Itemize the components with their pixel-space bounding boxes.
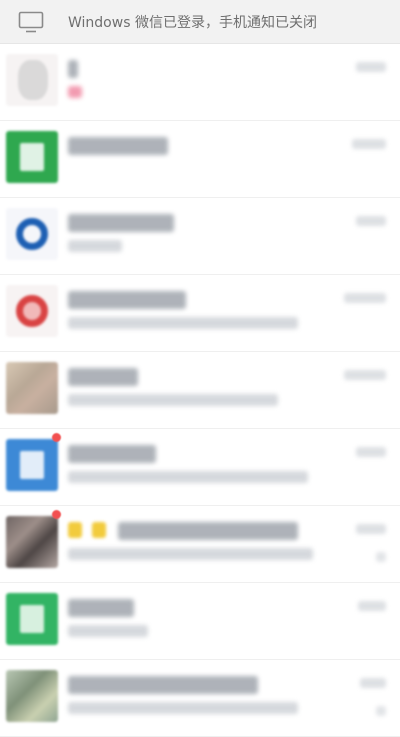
chat-title-blurred — [68, 676, 258, 694]
chat-row[interactable] — [0, 506, 400, 583]
chat-time-blurred — [344, 370, 386, 380]
chat-row[interactable] — [0, 429, 400, 506]
chat-title-blurred — [68, 291, 186, 309]
chat-avatar — [6, 362, 58, 414]
chat-preview-blurred — [68, 317, 298, 329]
chat-row[interactable] — [0, 352, 400, 429]
chat-preview-blurred — [68, 86, 82, 98]
chat-title-blurred — [68, 599, 134, 617]
chat-avatar — [6, 208, 58, 260]
chat-title-blurred — [68, 445, 156, 463]
chat-preview-blurred — [68, 240, 122, 252]
chat-title-blurred — [68, 368, 138, 386]
chat-title-blurred — [118, 522, 298, 540]
login-status-banner[interactable]: Windows 微信已登录，手机通知已关闭 — [0, 0, 400, 44]
chat-avatar — [6, 54, 58, 106]
chat-preview-blurred — [68, 702, 298, 714]
mute-icon — [376, 552, 386, 562]
chat-row[interactable] — [0, 44, 400, 121]
chat-avatar — [6, 516, 58, 568]
chat-avatar — [6, 131, 58, 183]
chat-row[interactable] — [0, 121, 400, 198]
chat-row[interactable] — [0, 583, 400, 660]
login-status-text: Windows 微信已登录，手机通知已关闭 — [68, 14, 317, 31]
chat-time-blurred — [344, 293, 386, 303]
chat-row[interactable] — [0, 198, 400, 275]
chat-preview-blurred — [68, 394, 278, 406]
chat-list[interactable] — [0, 44, 400, 737]
mute-icon — [376, 706, 386, 716]
chat-time-blurred — [356, 216, 386, 226]
unread-badge — [52, 433, 61, 442]
chat-preview-blurred — [68, 548, 313, 560]
chat-row[interactable] — [0, 660, 400, 737]
chat-preview-blurred — [68, 625, 148, 637]
chat-time-blurred — [360, 678, 386, 688]
chat-time-blurred — [356, 447, 386, 457]
emoji-icon — [92, 522, 106, 538]
chat-title-blurred — [68, 214, 174, 232]
chat-time-blurred — [352, 139, 386, 149]
chat-avatar — [6, 593, 58, 645]
monitor-icon — [18, 11, 44, 33]
chat-avatar — [6, 285, 58, 337]
emoji-icon — [68, 522, 82, 538]
chat-time-blurred — [358, 601, 386, 611]
unread-badge — [52, 510, 61, 519]
chat-title-blurred — [68, 60, 78, 78]
chat-title-blurred — [68, 137, 168, 155]
chat-row[interactable] — [0, 275, 400, 352]
chat-preview-blurred — [68, 471, 308, 483]
chat-time-blurred — [356, 62, 386, 72]
chat-time-blurred — [356, 524, 386, 534]
chat-avatar — [6, 439, 58, 491]
chat-avatar — [6, 670, 58, 722]
